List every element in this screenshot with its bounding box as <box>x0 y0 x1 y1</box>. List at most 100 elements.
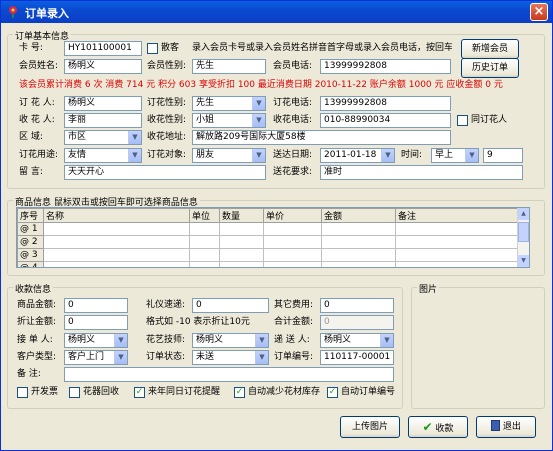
orderer-phone-input[interactable]: 13999992808 <box>320 96 451 111</box>
other-fee-label: 其它费用: <box>274 300 314 310</box>
chevron-down-icon[interactable]: ▼ <box>380 334 393 347</box>
anniversary-reminder-checkbox[interactable]: ✓ <box>134 387 145 398</box>
goods-cell[interactable] <box>321 222 396 236</box>
message-input[interactable]: 天天开心 <box>64 165 266 180</box>
goods-cell[interactable] <box>395 235 520 249</box>
orderer-input[interactable]: 杨明义 <box>64 96 142 111</box>
walkin-checkbox[interactable] <box>147 43 158 54</box>
add-member-button[interactable]: 新增会员 <box>461 39 519 59</box>
close-icon[interactable]: × <box>530 3 548 21</box>
goods-row[interactable]: @ 2 <box>17 235 520 249</box>
vase-recycle-checkbox[interactable] <box>69 387 80 398</box>
goods-cell[interactable] <box>219 235 264 249</box>
goods-row[interactable]: @ 3 <box>17 248 520 262</box>
goods-cell[interactable] <box>189 222 220 236</box>
member-phone-input[interactable]: 13999992808 <box>320 59 451 74</box>
history-orders-button[interactable]: 历史订单 <box>461 58 519 78</box>
goods-cell[interactable] <box>395 261 520 267</box>
target-select[interactable]: 朋友 ▼ <box>192 148 266 163</box>
card-input[interactable]: HY101100001 <box>64 41 142 56</box>
order-taker-select[interactable]: 杨明义 ▼ <box>64 333 128 348</box>
time-period-select[interactable]: 早上 ▼ <box>431 148 479 163</box>
scroll-thumb[interactable] <box>518 222 529 242</box>
chevron-down-icon[interactable]: ▼ <box>255 351 268 364</box>
auto-order-number-label: 自动订单编号 <box>341 387 396 397</box>
total-input: 0 <box>320 315 394 330</box>
purpose-select[interactable]: 友情 ▼ <box>64 148 142 163</box>
chevron-down-icon[interactable]: ▼ <box>114 351 127 364</box>
customer-type-select[interactable]: 客户上门 ▼ <box>64 350 128 365</box>
order-number-input[interactable]: 110117-00001 <box>320 350 394 365</box>
exit-button[interactable]: 退出 <box>476 416 536 438</box>
purpose-value: 友情 <box>68 150 87 160</box>
requirement-input[interactable]: 准时 <box>320 165 523 180</box>
goods-cell[interactable] <box>321 235 396 249</box>
goods-cell[interactable] <box>395 222 520 236</box>
goods-grid[interactable]: 序号 名称 单位 数量 单价 金额 备注 @ 1 @ 2 @ 3 @ 4 ▲ ▼ <box>16 207 530 268</box>
member-gender-input[interactable]: 先生 <box>192 59 266 74</box>
deliverer-select[interactable]: 杨明义 ▼ <box>320 333 394 348</box>
goods-scrollbar[interactable]: ▲ ▼ <box>517 208 529 267</box>
goods-column-header[interactable]: 名称 <box>43 208 190 223</box>
goods-cell[interactable] <box>43 261 190 267</box>
goods-cell[interactable] <box>395 248 520 262</box>
title-bar[interactable]: 订单录入 × <box>1 1 552 23</box>
remark-input[interactable] <box>64 367 394 382</box>
receiver-gender-select[interactable]: 小姐 ▼ <box>192 113 266 128</box>
receiver-input[interactable]: 李丽 <box>64 113 142 128</box>
goods-cell[interactable] <box>189 248 220 262</box>
goods-row[interactable]: @ 4 <box>17 261 520 267</box>
goods-cell[interactable] <box>189 261 220 267</box>
orderer-gender-select[interactable]: 先生 ▼ <box>192 96 266 111</box>
goods-cell[interactable] <box>43 235 190 249</box>
chevron-down-icon[interactable]: ▼ <box>465 149 478 162</box>
goods-cell[interactable] <box>43 222 190 236</box>
chevron-down-icon[interactable]: ▼ <box>252 97 265 110</box>
goods-amount-input[interactable]: 0 <box>64 298 128 313</box>
scroll-down-icon[interactable]: ▼ <box>518 255 529 267</box>
upload-picture-button[interactable]: 上传图片 <box>340 416 400 438</box>
goods-column-header[interactable]: 数量 <box>219 208 264 223</box>
goods-cell[interactable] <box>219 261 264 267</box>
goods-column-header[interactable]: 序号 <box>17 208 44 223</box>
goods-row[interactable]: @ 1 <box>17 222 520 236</box>
chevron-down-icon[interactable]: ▼ <box>114 334 127 347</box>
goods-column-header[interactable]: 单位 <box>189 208 220 223</box>
goods-column-header[interactable]: 单价 <box>263 208 322 223</box>
member-name-input[interactable]: 杨明义 <box>64 59 142 74</box>
reduce-stock-checkbox[interactable]: ✓ <box>234 387 245 398</box>
goods-cell[interactable] <box>263 222 322 236</box>
chevron-down-icon[interactable]: ▼ <box>252 114 265 127</box>
chevron-down-icon[interactable]: ▼ <box>128 131 141 144</box>
discount-input[interactable]: 0 <box>64 315 128 330</box>
address-input[interactable]: 解放路209号国际大厦58楼 <box>192 130 451 145</box>
same-as-orderer-checkbox[interactable] <box>457 115 468 126</box>
scroll-up-icon[interactable]: ▲ <box>518 208 529 220</box>
chevron-down-icon[interactable]: ▼ <box>381 149 394 162</box>
goods-column-header[interactable]: 金额 <box>321 208 396 223</box>
chevron-down-icon[interactable]: ▼ <box>128 149 141 162</box>
collect-payment-button[interactable]: ✔ 收款 <box>408 416 468 438</box>
goods-cell[interactable] <box>321 261 396 267</box>
invoice-checkbox[interactable] <box>17 387 28 398</box>
goods-cell[interactable] <box>263 248 322 262</box>
receiver-phone-input[interactable]: 010-88990034 <box>320 113 451 128</box>
order-status-select[interactable]: 未送 ▼ <box>192 350 269 365</box>
delivery-date-picker[interactable]: 2011-01-18 ▼ <box>320 148 395 163</box>
chevron-down-icon[interactable]: ▼ <box>252 149 265 162</box>
other-fee-input[interactable]: 0 <box>320 298 394 313</box>
auto-order-number-checkbox[interactable]: ✓ <box>327 387 338 398</box>
goods-cell[interactable] <box>219 248 264 262</box>
goods-cell[interactable] <box>219 222 264 236</box>
chevron-down-icon[interactable]: ▼ <box>255 334 268 347</box>
goods-cell[interactable] <box>321 248 396 262</box>
goods-column-header[interactable]: 备注 <box>395 208 520 223</box>
gift-input[interactable]: 0 <box>192 298 269 313</box>
goods-cell[interactable] <box>43 248 190 262</box>
goods-cell[interactable] <box>263 235 322 249</box>
florist-select[interactable]: 杨明义 ▼ <box>192 333 269 348</box>
goods-cell[interactable] <box>263 261 322 267</box>
goods-cell[interactable] <box>189 235 220 249</box>
area-select[interactable]: 市区 ▼ <box>64 130 142 145</box>
hour-input[interactable]: 9 <box>483 148 523 163</box>
